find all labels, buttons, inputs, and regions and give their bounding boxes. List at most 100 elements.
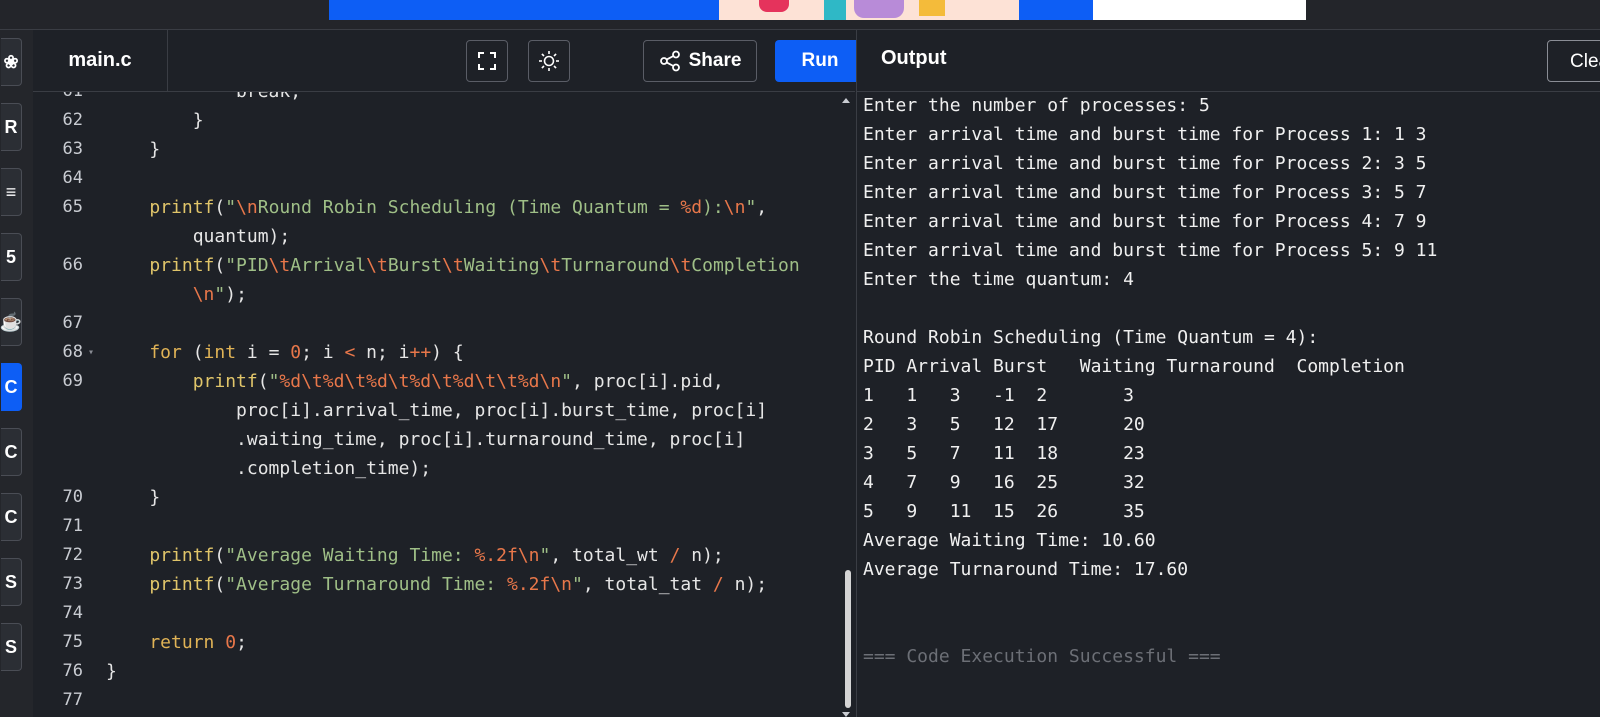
fullscreen-icon	[478, 52, 496, 70]
clear-button[interactable]: Clear	[1547, 40, 1600, 82]
output-line: Enter the number of processes: 5	[863, 95, 1210, 116]
line-number: 76	[62, 661, 83, 681]
code-token: }	[106, 661, 117, 682]
code-token: ,	[756, 197, 768, 218]
language-button[interactable]: S	[1, 623, 22, 671]
line-number: 74	[62, 603, 83, 623]
code-token: %d	[680, 197, 703, 218]
code-token: "	[214, 284, 226, 305]
code-token: .completion_time);	[106, 458, 432, 479]
ad-banner[interactable]	[329, 0, 1306, 20]
code-text: printf("PID\tArrival\tBurst\tWaiting\tTu…	[106, 251, 799, 280]
code-token: ++	[409, 342, 432, 363]
output-line: 2 3 5 12 17 20	[863, 414, 1145, 435]
code-line: 67	[33, 309, 833, 338]
output-line: Enter arrival time and burst time for Pr…	[863, 240, 1438, 261]
language-button[interactable]: R	[1, 103, 22, 151]
theme-toggle-button[interactable]	[528, 40, 570, 82]
code-token: <	[344, 342, 356, 363]
code-line: 66 printf("PID\tArrival\tBurst\tWaiting\…	[33, 251, 833, 280]
code-text: .waiting_time, proc[i].turnaround_time, …	[106, 425, 745, 454]
code-token: \n	[723, 197, 746, 218]
sql-icon: ≡	[5, 181, 17, 202]
code-token: Waiting	[463, 255, 540, 276]
share-label: Share	[688, 50, 742, 71]
code-token: \t	[268, 255, 291, 276]
code-line: 63 }	[33, 135, 833, 164]
output-console: Enter the number of processes: 5 Enter ar…	[856, 92, 1600, 717]
code-text: }	[106, 483, 160, 512]
language-button[interactable]: ≡	[1, 168, 22, 216]
code-token: ;	[236, 632, 247, 653]
code-text: }	[106, 135, 160, 164]
code-token: "PID	[225, 255, 269, 276]
code-text: printf("%d\t%d\t%d\t%d\t%d\t\t%d\n", pro…	[106, 367, 724, 396]
file-tab-main[interactable]: main.c	[33, 30, 168, 91]
output-line: 4 7 9 16 25 32	[863, 472, 1145, 493]
code-editor[interactable]: 61 break;62 }63 }6465 printf("\nRound Ro…	[33, 92, 833, 717]
csharp-icon: C	[4, 506, 18, 527]
language-button[interactable]: ❀	[1, 38, 22, 86]
code-token: , total_wt	[550, 545, 670, 566]
code-token: Arrival	[290, 255, 367, 276]
output-header: Output Clear	[856, 30, 1600, 92]
code-token: );	[225, 284, 247, 305]
code-line: .waiting_time, proc[i].turnaround_time, …	[33, 425, 833, 454]
fold-arrow-icon[interactable]: ▾	[88, 338, 94, 367]
code-token: (	[214, 197, 226, 218]
language-button[interactable]: C	[1, 363, 22, 411]
share-icon	[659, 50, 680, 72]
scroll-down-arrow-icon[interactable]	[842, 712, 850, 717]
language-button[interactable]: C	[1, 428, 22, 476]
code-token: proc[i].arrival_time, proc[i].burst_time…	[106, 400, 768, 421]
scroll-up-arrow-icon[interactable]	[842, 98, 850, 103]
line-number: 62	[62, 110, 83, 130]
code-line: 74	[33, 599, 833, 628]
code-token: (	[214, 545, 226, 566]
line-number: 67	[62, 313, 83, 333]
code-token: "	[745, 197, 757, 218]
fullscreen-button[interactable]	[466, 40, 508, 82]
language-button[interactable]: S	[1, 558, 22, 606]
python-icon: ❀	[3, 51, 19, 72]
code-token: 0	[290, 342, 302, 363]
line-number: 70	[62, 487, 83, 507]
code-token: 0	[225, 632, 237, 653]
ts-icon: S	[4, 636, 17, 657]
output-line: Enter the time quantum: 4	[863, 269, 1134, 290]
code-token: Turnaround	[561, 255, 670, 276]
run-button[interactable]: Run	[775, 40, 865, 82]
code-token: printf	[106, 574, 215, 595]
code-line: 65 printf("\nRound Robin Scheduling (Tim…	[33, 193, 833, 222]
code-token: .waiting_time, proc[i].turnaround_time, …	[106, 429, 746, 450]
line-number: 68	[62, 342, 83, 362]
code-token: }	[106, 139, 161, 160]
code-line: 62 }	[33, 106, 833, 135]
code-token: %.2f\n	[474, 545, 540, 566]
code-token: /	[712, 574, 724, 595]
code-token: }	[106, 110, 204, 131]
output-line: PID Arrival Burst Waiting Turnaround Com…	[863, 356, 1405, 377]
line-number: 69	[62, 371, 83, 391]
language-button[interactable]: 5	[1, 233, 22, 281]
share-button[interactable]: Share	[643, 40, 757, 82]
code-token: (	[257, 371, 269, 392]
code-token: printf	[106, 255, 215, 276]
code-text: quantum);	[106, 222, 291, 251]
code-token: "Average Waiting Time:	[225, 545, 475, 566]
code-line: 71	[33, 512, 833, 541]
line-number: 73	[62, 574, 83, 594]
language-button[interactable]: ☕	[0, 298, 22, 346]
language-button[interactable]: C	[1, 493, 22, 541]
output-line: Enter arrival time and burst time for Pr…	[863, 182, 1427, 203]
output-line: Enter arrival time and burst time for Pr…	[863, 124, 1427, 145]
code-line: 69 printf("%d\t%d\t%d\t%d\t%d\t\t%d\n", …	[33, 367, 833, 396]
code-token: , total_tat	[582, 574, 713, 595]
code-text: printf("Average Waiting Time: %.2f\n", t…	[106, 541, 723, 570]
code-token: /	[669, 545, 681, 566]
language-sidebar: ❀ R ≡ 5 ☕ C C C S S	[0, 30, 34, 717]
code-token: ; i	[301, 342, 345, 363]
editor-scrollbar-thumb[interactable]	[845, 570, 851, 708]
output-line: Enter arrival time and burst time for Pr…	[863, 211, 1427, 232]
